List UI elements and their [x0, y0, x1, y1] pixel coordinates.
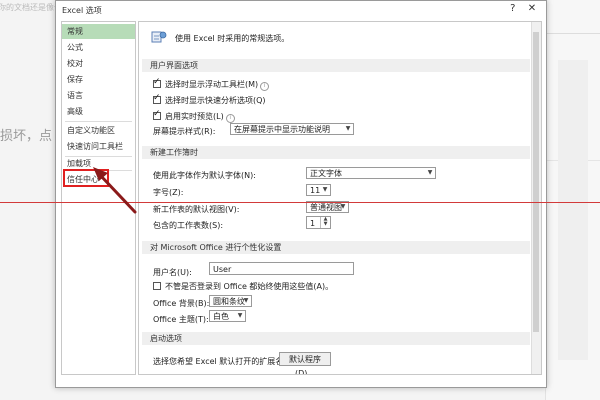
annotation-arrow: [93, 167, 137, 214]
